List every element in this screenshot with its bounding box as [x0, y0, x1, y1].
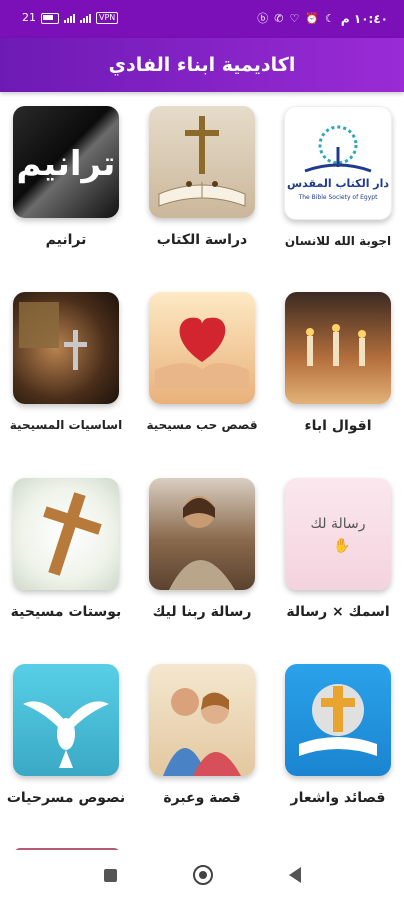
dove-icon: [23, 701, 109, 768]
cross-book-icon: [299, 684, 377, 756]
bible-book-image[interactable]: [149, 106, 255, 218]
status-right: ⓑ ✆ ♡ ⏰ ☾ ١٠:٤٠ م: [257, 12, 388, 26]
clock: ١٠:٤٠ م: [340, 12, 388, 26]
tile-label: اجوبة الله للانسان: [284, 234, 392, 248]
tile-plays[interactable]: نصوص مسرحيات: [6, 664, 126, 806]
tree-book-logo-icon: [304, 125, 372, 173]
tile-god-answers[interactable]: دار الكتاب المقدس The Bible Society of E…: [278, 106, 398, 248]
hand-icon: ✋: [333, 538, 351, 554]
tile-label: اقوال اباء: [304, 418, 372, 434]
tile-story-lesson[interactable]: قصة وعبرة: [142, 664, 262, 806]
tile-label: قصص حب مسيحية: [146, 418, 258, 432]
cross-flowers-image[interactable]: [13, 478, 119, 590]
tile-label: اسمك × رسالة: [286, 604, 390, 620]
tile-christian-basics[interactable]: اساسيات المسيحية: [6, 292, 126, 432]
tile-label: قصائد واشعار: [290, 790, 386, 806]
status-bar: 21 VPN ⓑ ✆ ♡ ⏰ ☾ ١٠:٤٠ م: [0, 0, 404, 38]
message-for-you-image[interactable]: رسالة لك ✋: [285, 478, 391, 590]
comforting-figures-icon: [163, 688, 241, 776]
tile-gods-message[interactable]: رسالة ربنا ليك: [142, 478, 262, 620]
heart-icon: ♡: [289, 12, 300, 25]
tile-label: نصوص مسرحيات: [6, 790, 126, 806]
tile-bible-study[interactable]: دراسة الكتاب: [142, 106, 262, 248]
page-title: اكاديمية ابناء الفادي: [108, 54, 296, 76]
praying-hands-image[interactable]: [13, 292, 119, 404]
message-thumb-text: رسالة لك: [310, 516, 366, 532]
tile-label: اساسيات المسيحية: [9, 418, 123, 432]
app-bar: اكاديمية ابناء الفادي: [0, 38, 404, 92]
tile-christian-posts[interactable]: بوستات مسيحية: [6, 478, 126, 620]
back-icon[interactable]: [288, 867, 301, 883]
story-illustration-image[interactable]: [149, 664, 255, 776]
tile-label: قصة وعبرة: [163, 790, 241, 806]
signal-icon: [64, 13, 75, 23]
heart-hands-image[interactable]: [149, 292, 255, 404]
notification-count: 21: [22, 11, 36, 24]
bible-society-logo[interactable]: دار الكتاب المقدس The Bible Society of E…: [284, 106, 392, 220]
saints-image[interactable]: [285, 292, 391, 404]
tile-label: دراسة الكتاب: [156, 232, 248, 248]
candles-icon: [306, 324, 366, 366]
tile-poems[interactable]: قصائد واشعار: [278, 664, 398, 806]
heart-icon: [155, 317, 249, 388]
logo-arabic-text: دار الكتاب المقدس: [286, 177, 390, 190]
logo-english-text: The Bible Society of Egypt: [298, 194, 378, 201]
tile-fathers-sayings[interactable]: اقوال اباء: [278, 292, 398, 434]
jesus-image[interactable]: [149, 478, 255, 590]
tile-love-stories[interactable]: قصص حب مسيحية: [142, 292, 262, 432]
vpn-icon: VPN: [96, 12, 119, 24]
tile-name-message[interactable]: رسالة لك ✋ اسمك × رسالة: [278, 478, 398, 620]
system-nav-bar: [0, 850, 404, 900]
recents-icon[interactable]: [103, 868, 117, 882]
tile-label: ترانيم: [45, 232, 87, 248]
dove-image[interactable]: [13, 664, 119, 776]
taranim-thumb-text: ترانيم: [16, 144, 116, 184]
home-icon[interactable]: [192, 865, 213, 885]
alarm-icon: ⏰: [305, 12, 320, 25]
cross-book-image[interactable]: [285, 664, 391, 776]
tile-taranim[interactable]: ترانيم ترانيم: [6, 106, 126, 248]
rosary-cross-icon: [19, 302, 87, 370]
tile-label: رسالة ربنا ليك: [152, 604, 252, 620]
category-grid: ترانيم ترانيم دراسة الكتاب دار الكتاب ال…: [0, 92, 404, 850]
open-bible-icon: [158, 116, 246, 207]
signal-icon-2: [80, 13, 91, 23]
tile-label: بوستات مسيحية: [10, 604, 122, 620]
jesus-figure-icon: [169, 496, 235, 590]
status-left: 21 VPN: [22, 11, 119, 24]
battery-icon: [41, 12, 59, 24]
wooden-cross-icon: [43, 492, 102, 576]
taranim-thumbnail[interactable]: ترانيم: [13, 106, 119, 218]
moon-icon: ☾: [325, 12, 335, 25]
phone-icon: ✆: [274, 12, 284, 25]
b-icon: ⓑ: [257, 12, 269, 25]
